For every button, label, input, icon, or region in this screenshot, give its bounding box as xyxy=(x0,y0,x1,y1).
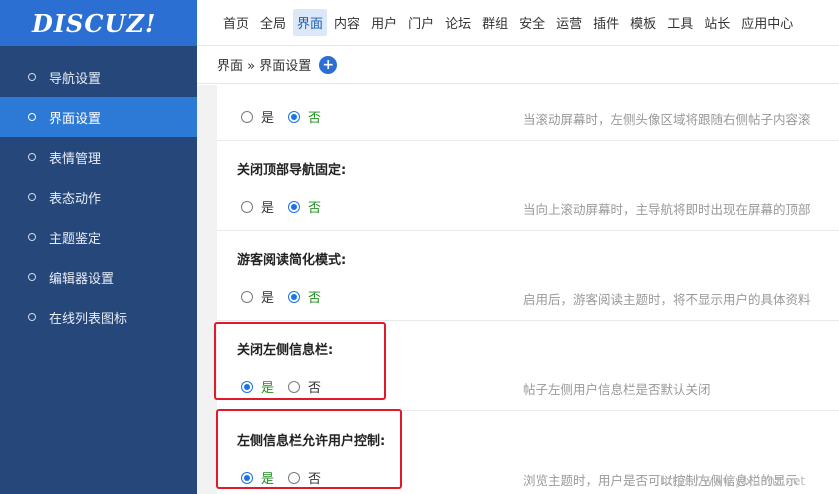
top-navigation: 首页 全局 界面 内容 用户 门户 论坛 群组 安全 运营 插件 模板 工具 站… xyxy=(197,0,839,46)
bullet-icon xyxy=(28,113,36,121)
topnav-plugins[interactable]: 插件 xyxy=(589,9,623,36)
breadcrumb-text: 界面 » 界面设置 xyxy=(217,59,312,74)
option-yes-label: 是 xyxy=(261,111,275,126)
option-yes-label: 是 xyxy=(261,201,275,216)
topnav-home[interactable]: 首页 xyxy=(219,9,253,36)
topnav-portal[interactable]: 门户 xyxy=(404,9,438,36)
topnav-security[interactable]: 安全 xyxy=(515,9,549,36)
topnav-tools[interactable]: 工具 xyxy=(663,9,697,36)
sidebar-item-label: 导航设置 xyxy=(49,71,102,87)
bullet-icon xyxy=(28,313,36,321)
setting-title: 关闭顶部导航固定: xyxy=(237,163,347,178)
topnav-templates[interactable]: 模板 xyxy=(626,9,660,36)
radio-no[interactable] xyxy=(288,290,301,303)
setting-follow-avatar: 是 否 当滚动屏幕时，左侧头像区域将跟随右侧帖子内容滚 xyxy=(217,85,839,141)
sidebar-item-label: 表情管理 xyxy=(49,151,102,167)
bullet-icon xyxy=(28,193,36,201)
topnav-users[interactable]: 用户 xyxy=(367,9,401,36)
topnav-forum[interactable]: 论坛 xyxy=(441,9,475,36)
topnav-global[interactable]: 全局 xyxy=(256,9,290,36)
sidebar-item-reactions[interactable]: 表态动作 xyxy=(0,177,197,217)
radio-yes[interactable] xyxy=(241,200,253,213)
setting-title: 游客阅读简化模式: xyxy=(237,253,347,268)
option-no-label: 否 xyxy=(308,201,322,216)
sidebar-item-nav-settings[interactable]: 导航设置 xyxy=(0,57,197,97)
radio-yes[interactable] xyxy=(241,110,253,123)
radio-no[interactable] xyxy=(288,110,301,123)
setting-hint: 启用后，游客阅读主题时，将不显示用户的具体资料 xyxy=(523,292,811,307)
highlight-box xyxy=(216,409,402,489)
topnav-interface[interactable]: 界面 xyxy=(293,9,328,36)
option-no-label: 否 xyxy=(308,111,322,126)
logo: DISCUZ! xyxy=(0,0,197,46)
topnav-operations[interactable]: 运营 xyxy=(552,9,586,36)
highlight-box xyxy=(214,322,386,400)
sidebar-item-label: 主题鉴定 xyxy=(49,231,102,247)
option-yes-label: 是 xyxy=(261,291,275,306)
radio-no[interactable] xyxy=(288,200,301,213)
sidebar-item-label: 在线列表图标 xyxy=(49,311,128,327)
setting-guest-simple-mode: 游客阅读简化模式: 是 否 启用后，游客阅读主题时，将不显示用户的具体资料 xyxy=(217,231,839,321)
sidebar-item-interface-settings[interactable]: 界面设置 xyxy=(0,97,197,137)
setting-hint: 当滚动屏幕时，左侧头像区域将跟随右侧帖子内容滚 xyxy=(523,112,811,127)
sidebar-item-thread-stamps[interactable]: 主题鉴定 xyxy=(0,217,197,257)
bullet-icon xyxy=(28,273,36,281)
option-no-label: 否 xyxy=(308,291,322,306)
topnav-app-center[interactable]: 应用中心 xyxy=(737,9,797,36)
sidebar-item-label: 表态动作 xyxy=(49,191,102,207)
breadcrumb: 界面 » 界面设置 + xyxy=(197,46,839,84)
topnav-groups[interactable]: 群组 xyxy=(478,9,512,36)
bullet-icon xyxy=(28,153,36,161)
plus-circle-icon[interactable]: + xyxy=(319,55,338,74)
setting-hint: 当向上滚动屏幕时，主导航将即时出现在屏幕的顶部 xyxy=(523,202,811,217)
sidebar-item-label: 编辑器设置 xyxy=(49,271,115,287)
sidebar: 导航设置 界面设置 表情管理 表态动作 主题鉴定 编辑器设置 在线列表图标 xyxy=(0,46,197,494)
watermark: https://www.yixuanz.net xyxy=(660,474,806,488)
sidebar-item-label: 界面设置 xyxy=(49,111,102,127)
setting-hint: 帖子左侧用户信息栏是否默认关闭 xyxy=(523,382,711,397)
radio-yes[interactable] xyxy=(241,290,253,303)
sidebar-item-online-icons[interactable]: 在线列表图标 xyxy=(0,297,197,337)
topnav-content[interactable]: 内容 xyxy=(330,9,364,36)
bullet-icon xyxy=(28,73,36,81)
sidebar-item-emoticons[interactable]: 表情管理 xyxy=(0,137,197,177)
bullet-icon xyxy=(28,233,36,241)
setting-top-nav-fixed: 关闭顶部导航固定: 是 否 当向上滚动屏幕时，主导航将即时出现在屏幕的顶部 xyxy=(217,141,839,231)
topnav-admin[interactable]: 站长 xyxy=(700,9,734,36)
sidebar-item-editor-settings[interactable]: 编辑器设置 xyxy=(0,257,197,297)
